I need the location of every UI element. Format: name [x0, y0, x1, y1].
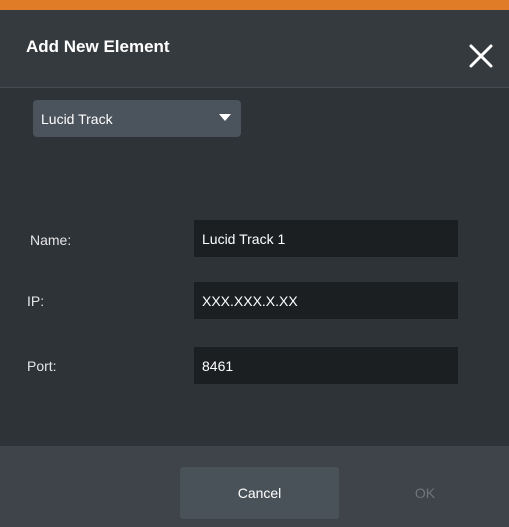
accent-bar: [0, 0, 509, 10]
name-field[interactable]: [194, 220, 458, 257]
add-element-dialog: Add New Element Lucid Track Name: IP: Po…: [0, 0, 509, 527]
ip-label: IP:: [27, 293, 45, 309]
port-label: Port:: [27, 358, 57, 374]
element-type-select[interactable]: Lucid Track: [33, 100, 241, 137]
ip-field[interactable]: [194, 282, 458, 319]
cancel-button[interactable]: Cancel: [180, 467, 339, 519]
name-label: Name:: [30, 232, 72, 248]
caret-down-icon: [219, 114, 231, 121]
dialog-header: Add New Element: [0, 10, 509, 87]
close-icon[interactable]: [468, 43, 494, 69]
port-field[interactable]: [194, 347, 458, 384]
dialog-title: Add New Element: [26, 37, 170, 56]
dialog-body: [0, 87, 509, 446]
element-type-value: Lucid Track: [41, 111, 113, 127]
ok-button[interactable]: OK: [350, 467, 500, 519]
